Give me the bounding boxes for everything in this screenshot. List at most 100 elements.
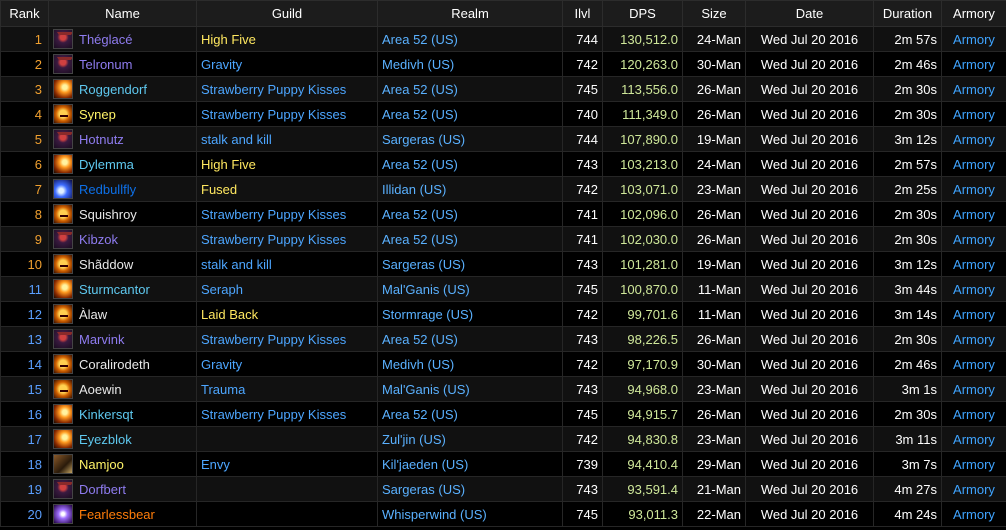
player-name-link[interactable]: Théglacé (79, 32, 132, 47)
header-realm[interactable]: Realm (377, 0, 563, 27)
realm-link[interactable]: Whisperwind (US) (377, 501, 563, 527)
player-name-link[interactable]: Synep (79, 107, 116, 122)
guild-link[interactable]: Strawberry Puppy Kisses (196, 226, 378, 252)
name-cell[interactable]: Théglacé (48, 26, 197, 52)
header-size[interactable]: Size (682, 0, 746, 27)
realm-link[interactable]: Illidan (US) (377, 176, 563, 202)
armory-link[interactable]: Armory (941, 401, 1006, 427)
header-name[interactable]: Name (48, 0, 197, 27)
guild-link[interactable]: Strawberry Puppy Kisses (196, 401, 378, 427)
name-cell[interactable]: Roggendorf (48, 76, 197, 102)
realm-link[interactable]: Zul'jin (US) (377, 426, 563, 452)
header-armory[interactable]: Armory (941, 0, 1006, 27)
name-cell[interactable]: Namjoo (48, 451, 197, 477)
header-dps[interactable]: DPS (602, 0, 683, 27)
guild-link[interactable] (196, 501, 378, 527)
name-cell[interactable]: Àlaw (48, 301, 197, 327)
armory-link[interactable]: Armory (941, 326, 1006, 352)
armory-link[interactable]: Armory (941, 426, 1006, 452)
player-name-link[interactable]: Àlaw (79, 307, 107, 322)
player-name-link[interactable]: Roggendorf (79, 82, 147, 97)
armory-link[interactable]: Armory (941, 76, 1006, 102)
realm-link[interactable]: Medivh (US) (377, 51, 563, 77)
name-cell[interactable]: Eyezblok (48, 426, 197, 452)
armory-link[interactable]: Armory (941, 476, 1006, 502)
player-name-link[interactable]: Squishroy (79, 207, 137, 222)
armory-link[interactable]: Armory (941, 501, 1006, 527)
player-name-link[interactable]: Marvink (79, 332, 125, 347)
header-duration[interactable]: Duration (873, 0, 942, 27)
header-guild[interactable]: Guild (196, 0, 378, 27)
guild-link[interactable]: stalk and kill (196, 126, 378, 152)
name-cell[interactable]: Synep (48, 101, 197, 127)
player-name-link[interactable]: Hotnutz (79, 132, 124, 147)
armory-link[interactable]: Armory (941, 176, 1006, 202)
name-cell[interactable]: Marvink (48, 326, 197, 352)
name-cell[interactable]: Telronum (48, 51, 197, 77)
armory-link[interactable]: Armory (941, 226, 1006, 252)
player-name-link[interactable]: Kibzok (79, 232, 118, 247)
armory-link[interactable]: Armory (941, 101, 1006, 127)
name-cell[interactable]: Aoewin (48, 376, 197, 402)
player-name-link[interactable]: Redbullfly (79, 182, 136, 197)
realm-link[interactable]: Mal'Ganis (US) (377, 376, 563, 402)
player-name-link[interactable]: Telronum (79, 57, 132, 72)
header-rank[interactable]: Rank (0, 0, 49, 27)
player-name-link[interactable]: Fearlessbear (79, 507, 155, 522)
player-name-link[interactable]: Namjoo (79, 457, 124, 472)
player-name-link[interactable]: Coralirodeth (79, 357, 150, 372)
realm-link[interactable]: Area 52 (US) (377, 151, 563, 177)
guild-link[interactable]: Seraph (196, 276, 378, 302)
name-cell[interactable]: Dorfbert (48, 476, 197, 502)
armory-link[interactable]: Armory (941, 351, 1006, 377)
name-cell[interactable]: Kinkersqt (48, 401, 197, 427)
name-cell[interactable]: Redbullfly (48, 176, 197, 202)
guild-link[interactable]: Trauma (196, 376, 378, 402)
guild-link[interactable]: Laid Back (196, 301, 378, 327)
armory-link[interactable]: Armory (941, 26, 1006, 52)
name-cell[interactable]: Coralirodeth (48, 351, 197, 377)
guild-link[interactable]: Strawberry Puppy Kisses (196, 326, 378, 352)
guild-link[interactable]: Fused (196, 176, 378, 202)
header-date[interactable]: Date (745, 0, 874, 27)
player-name-link[interactable]: Sturmcantor (79, 282, 150, 297)
name-cell[interactable]: Sturmcantor (48, 276, 197, 302)
realm-link[interactable]: Sargeras (US) (377, 126, 563, 152)
guild-link[interactable]: Strawberry Puppy Kisses (196, 76, 378, 102)
guild-link[interactable]: Strawberry Puppy Kisses (196, 201, 378, 227)
name-cell[interactable]: Dylemma (48, 151, 197, 177)
realm-link[interactable]: Area 52 (US) (377, 26, 563, 52)
realm-link[interactable]: Kil'jaeden (US) (377, 451, 563, 477)
armory-link[interactable]: Armory (941, 151, 1006, 177)
realm-link[interactable]: Area 52 (US) (377, 226, 563, 252)
guild-link[interactable] (196, 476, 378, 502)
realm-link[interactable]: Area 52 (US) (377, 201, 563, 227)
guild-link[interactable]: stalk and kill (196, 251, 378, 277)
armory-link[interactable]: Armory (941, 376, 1006, 402)
realm-link[interactable]: Medivh (US) (377, 351, 563, 377)
name-cell[interactable]: Kibzok (48, 226, 197, 252)
name-cell[interactable]: Squishroy (48, 201, 197, 227)
name-cell[interactable]: Hotnutz (48, 126, 197, 152)
armory-link[interactable]: Armory (941, 126, 1006, 152)
armory-link[interactable]: Armory (941, 276, 1006, 302)
guild-link[interactable]: Gravity (196, 51, 378, 77)
player-name-link[interactable]: Kinkersqt (79, 407, 133, 422)
realm-link[interactable]: Stormrage (US) (377, 301, 563, 327)
header-ilvl[interactable]: Ilvl (562, 0, 603, 27)
armory-link[interactable]: Armory (941, 451, 1006, 477)
realm-link[interactable]: Area 52 (US) (377, 326, 563, 352)
realm-link[interactable]: Sargeras (US) (377, 251, 563, 277)
player-name-link[interactable]: Aoewin (79, 382, 122, 397)
realm-link[interactable]: Mal'Ganis (US) (377, 276, 563, 302)
guild-link[interactable] (196, 426, 378, 452)
guild-link[interactable]: Gravity (196, 351, 378, 377)
player-name-link[interactable]: Shãddow (79, 257, 133, 272)
player-name-link[interactable]: Dorfbert (79, 482, 126, 497)
realm-link[interactable]: Area 52 (US) (377, 76, 563, 102)
armory-link[interactable]: Armory (941, 301, 1006, 327)
armory-link[interactable]: Armory (941, 51, 1006, 77)
name-cell[interactable]: Shãddow (48, 251, 197, 277)
guild-link[interactable]: High Five (196, 151, 378, 177)
guild-link[interactable]: Envy (196, 451, 378, 477)
